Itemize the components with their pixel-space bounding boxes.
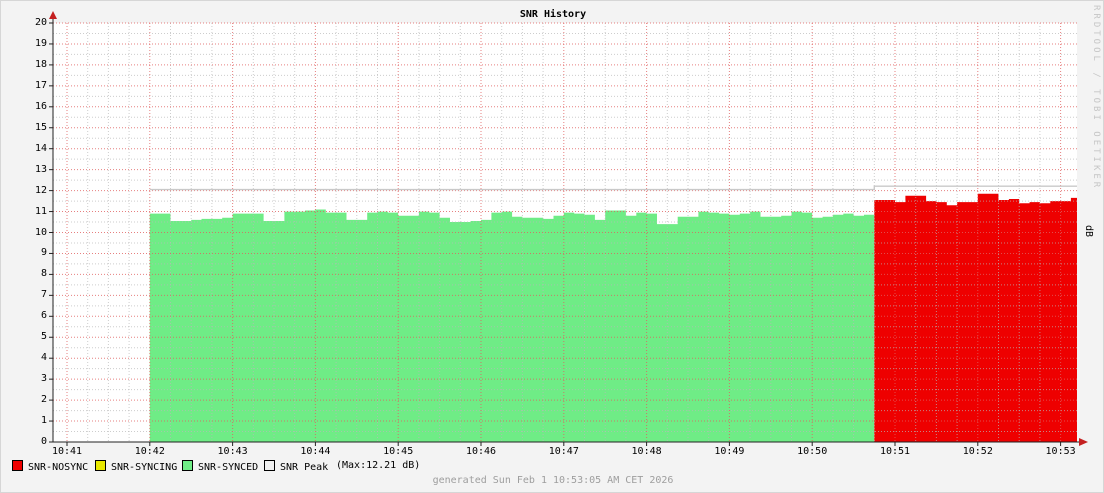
legend-swatch-green xyxy=(182,460,193,471)
y-tick-label: 9 xyxy=(40,247,47,259)
y-tick-label: 16 xyxy=(34,100,47,112)
legend-item-peak: SNR Peak xyxy=(264,460,329,473)
y-tick-label: 3 xyxy=(40,373,47,385)
generated-timestamp: generated Sun Feb 1 10:53:05 AM CET 2026 xyxy=(432,475,674,486)
x-tick-label: 10:50 xyxy=(797,446,828,457)
x-tick-label: 10:48 xyxy=(631,446,662,457)
y-tick-label: 7 xyxy=(40,289,47,301)
x-tick-label: 10:45 xyxy=(383,446,414,457)
legend-swatch-peak xyxy=(264,460,275,471)
y-tick-label: 2 xyxy=(40,394,47,406)
legend-label: SNR-SYNCED xyxy=(198,462,259,473)
legend-swatch-red xyxy=(12,460,23,471)
legend-swatch-yellow xyxy=(95,460,106,471)
y-tick-label: 8 xyxy=(40,268,47,280)
x-tick-label: 10:47 xyxy=(548,446,579,457)
y-tick-label: 19 xyxy=(34,37,47,49)
legend-max-note: (Max:12.21 dB) xyxy=(336,460,421,471)
y-tick-label: 15 xyxy=(34,121,47,133)
rrdtool-watermark: RRDTOOL / TOBI OETIKER xyxy=(1091,5,1101,191)
x-tick-label: 10:41 xyxy=(51,446,83,457)
y-tick-label: 4 xyxy=(40,352,47,364)
y-tick-label: 20 xyxy=(34,17,47,28)
x-tick-label: 10:51 xyxy=(879,446,911,457)
y-tick-label: 13 xyxy=(34,163,47,175)
legend-item-syncing: SNR-SYNCING xyxy=(95,460,178,473)
x-tick-label: 10:43 xyxy=(217,446,248,457)
y-tick-label: 11 xyxy=(34,205,47,217)
snr-history-chart xyxy=(49,11,1088,446)
legend-label: SNR Peak xyxy=(280,462,329,473)
x-tick-label: 10:49 xyxy=(714,446,745,457)
x-tick-label: 10:52 xyxy=(962,446,993,457)
y-tick-label: 1 xyxy=(40,415,47,427)
legend-label: SNR-NOSYNC xyxy=(28,462,89,473)
y-tick-label: 12 xyxy=(34,184,47,196)
y-tick-label: 6 xyxy=(40,310,47,322)
y-tick-label: 10 xyxy=(34,226,47,238)
y-tick-label: 17 xyxy=(34,79,47,91)
snr-history-graph: SNR History 0 1 2 3 4 5 6 7 8 9 10 11 12 13 14 15 16 17 18… xyxy=(0,0,1104,493)
legend-item-synced: SNR-SYNCED xyxy=(182,460,259,473)
legend-label: SNR-SYNCING xyxy=(111,462,178,473)
legend-item-nosync: SNR-NOSYNC xyxy=(12,460,89,473)
x-tick-label: 10:44 xyxy=(300,446,331,457)
x-tick-label: 10:53 xyxy=(1045,446,1076,457)
y-tick-label: 14 xyxy=(34,142,47,154)
y-tick-label: 5 xyxy=(40,331,47,343)
x-tick-label: 10:46 xyxy=(465,446,497,457)
y-tick-label: 18 xyxy=(34,58,47,70)
page-title: SNR History xyxy=(519,9,587,20)
y-axis-unit-label: dB xyxy=(1083,225,1094,238)
x-tick-label: 10:42 xyxy=(134,446,165,457)
